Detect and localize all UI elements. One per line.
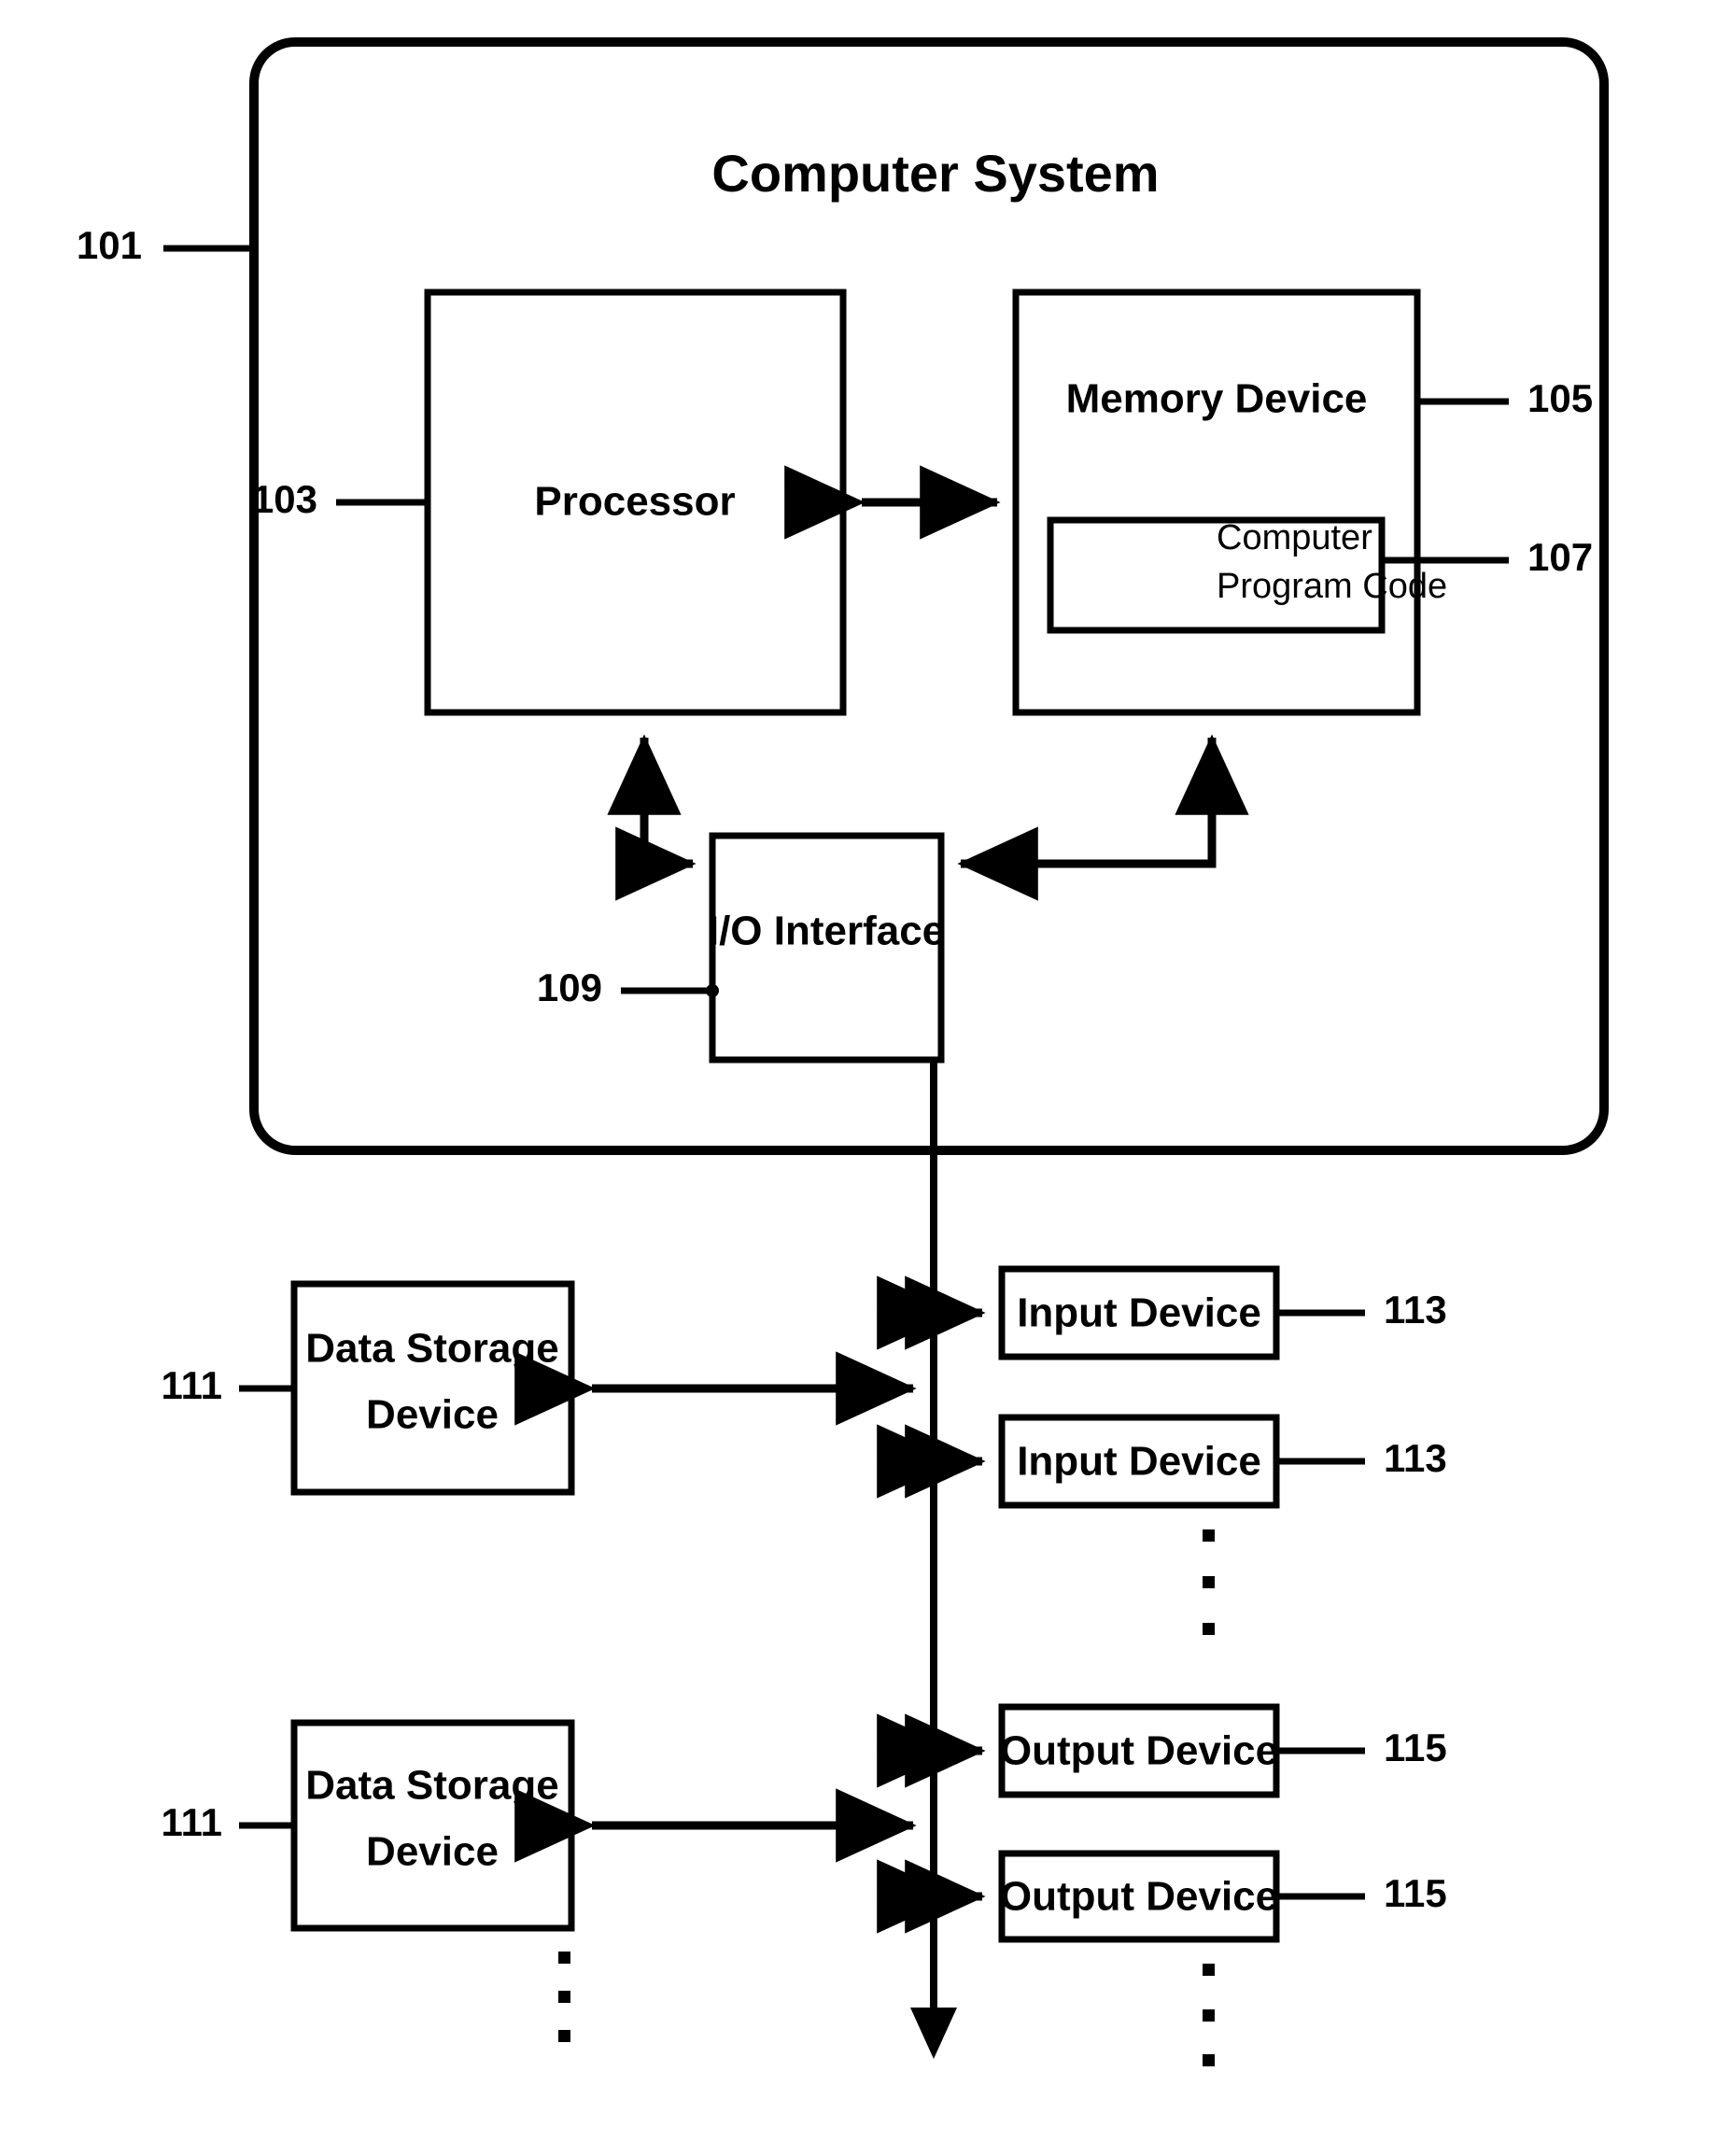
output-devices-ellipsis <box>1203 1964 1215 2066</box>
data-storage-device-2-label-line1: Data Storage <box>305 1763 558 1809</box>
output-device-2-label: Output Device <box>1000 1874 1278 1920</box>
data-storage-device-1-box <box>290 1280 575 1496</box>
ref-numeral-113-b: 113 <box>1384 1436 1447 1480</box>
input-devices-ellipsis <box>1203 1529 1215 1635</box>
ref-numeral-111-a: 111 <box>162 1363 222 1407</box>
computer-program-code-label-line1: Computer <box>1217 518 1372 557</box>
data-storage-ellipsis <box>558 1952 570 2042</box>
memory-device-label: Memory Device <box>1066 376 1368 422</box>
computer-program-code-label-line2: Program Code <box>1217 567 1447 606</box>
ref-numeral-115-a: 115 <box>1384 1726 1447 1769</box>
ref-numeral-113-a: 113 <box>1384 1288 1447 1332</box>
computer-system-block-diagram: Computer System 101 Processor 103 Memory… <box>77 37 1609 2066</box>
figure-title: Computer System <box>711 144 1159 203</box>
processor-label: Processor <box>534 479 735 525</box>
input-device-1-label: Input Device <box>1017 1290 1261 1336</box>
ref-numeral-109: 109 <box>537 965 602 1009</box>
ref-numeral-115-b: 115 <box>1384 1871 1447 1915</box>
ref-numeral-101: 101 <box>77 223 142 267</box>
ref-numeral-103: 103 <box>252 477 317 521</box>
io-bus-arrowhead <box>910 2008 957 2059</box>
data-storage-device-1-label-line1: Data Storage <box>305 1326 558 1372</box>
ref-numeral-105: 105 <box>1527 376 1593 420</box>
data-storage-device-2-label-line2: Device <box>366 1829 499 1875</box>
ref-numeral-107: 107 <box>1527 535 1593 579</box>
leader-dot-109 <box>706 984 719 997</box>
io-interface-label: I/O Interface <box>708 909 945 954</box>
data-storage-device-2-box <box>290 1719 575 1932</box>
figure-canvas: Computer System 101 Processor 103 Memory… <box>0 0 1717 2156</box>
memory-device-box <box>1012 289 1421 716</box>
input-device-2-label: Input Device <box>1017 1439 1261 1485</box>
output-device-1-label: Output Device <box>1000 1728 1278 1774</box>
data-storage-device-1-label-line2: Device <box>366 1392 499 1438</box>
ref-numeral-111-b: 111 <box>162 1800 222 1844</box>
